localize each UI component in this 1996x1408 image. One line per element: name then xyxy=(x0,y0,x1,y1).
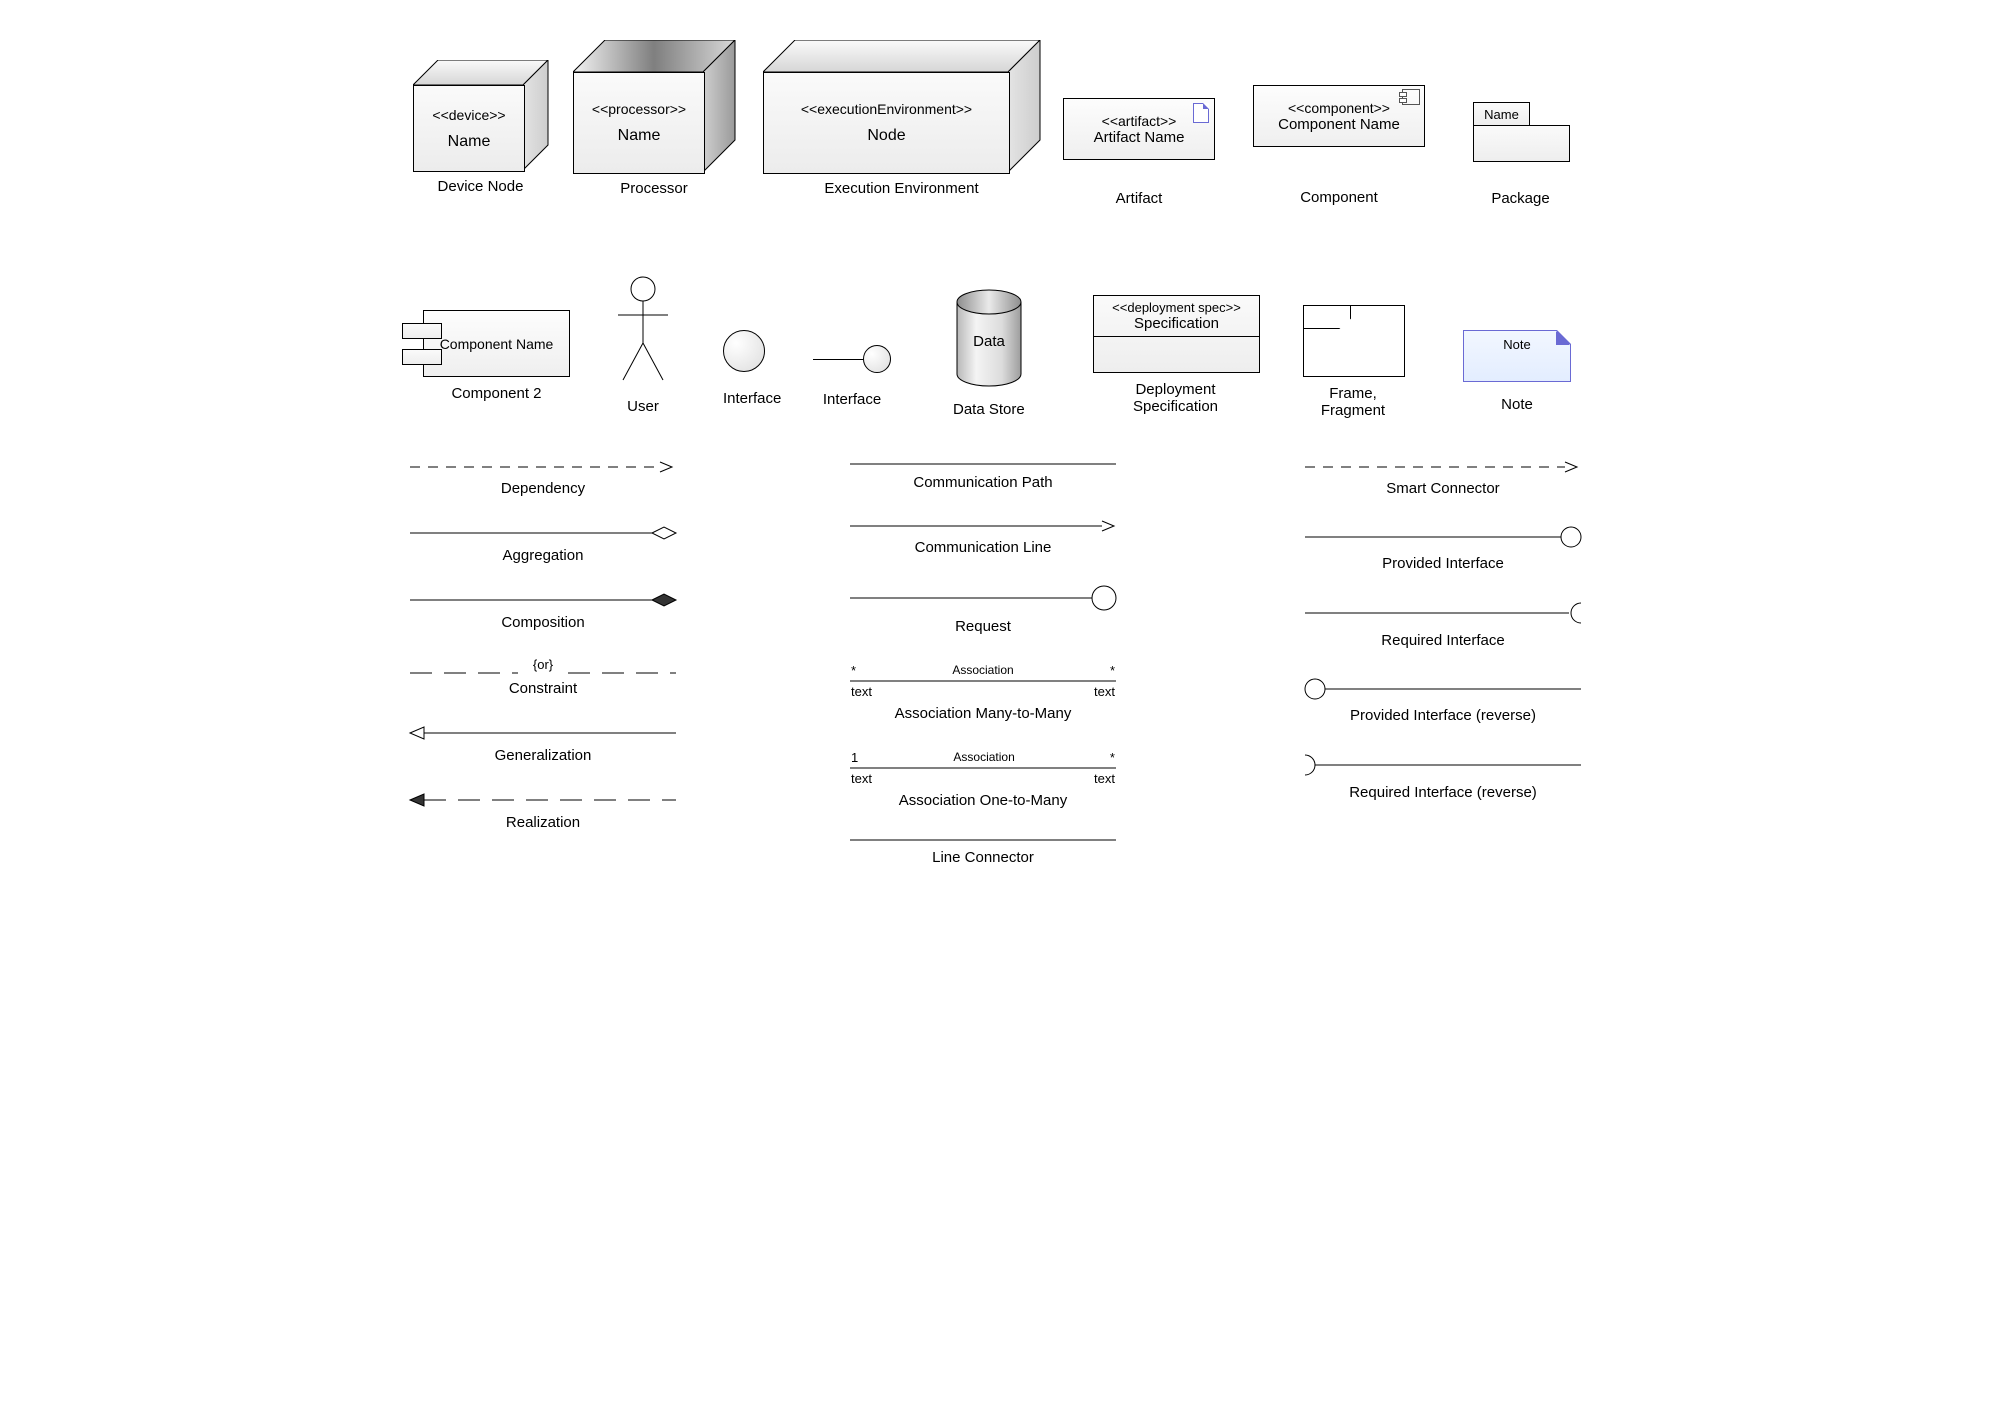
artifact-name: Artifact Name xyxy=(1094,129,1185,146)
exec-env-stereotype: <<executionEnvironment>> xyxy=(801,101,972,117)
note-shape: Note Note xyxy=(1463,330,1571,413)
frame-shape: Frame, Fragment xyxy=(1303,305,1405,419)
deployment-spec-shape: <<deployment spec>> Specification Deploy… xyxy=(1093,295,1260,415)
aggregation-connector: Aggregation xyxy=(403,525,683,564)
circle-icon xyxy=(723,330,765,372)
required-interface-connector: Required Interface xyxy=(1303,600,1583,649)
component2-shape: Component Name Component 2 xyxy=(423,310,570,402)
processor-shape: <<processor>> Name Processor xyxy=(573,40,735,197)
realization-connector: Realization xyxy=(403,792,683,831)
package-shape: Name Package xyxy=(1473,102,1568,207)
device-stereotype: <<device>> xyxy=(432,107,505,123)
note-caption: Note xyxy=(1463,396,1571,413)
datastore-shape: Data Data Store xyxy=(953,288,1025,418)
generalization-connector: Generalization xyxy=(403,725,683,764)
line-connector: Line Connector xyxy=(843,837,1123,866)
datastore-name: Data xyxy=(973,333,1005,350)
component-name: Component Name xyxy=(1278,116,1400,133)
interface-shape: Interface xyxy=(723,330,781,407)
component-stereotype: <<component>> xyxy=(1288,100,1390,116)
user-caption: User xyxy=(613,398,673,415)
device-caption: Device Node xyxy=(413,178,548,195)
component-icon xyxy=(1402,89,1420,105)
user-actor-shape: User xyxy=(613,275,673,415)
artifact-shape: <<artifact>> Artifact Name Artifact xyxy=(1063,98,1215,207)
uml-deployment-stencil-canvas: <<device>> Name Device Node <<processor>… xyxy=(373,30,1623,870)
document-icon xyxy=(1193,103,1209,123)
frame-caption: Frame, Fragment xyxy=(1303,385,1403,419)
processor-name: Name xyxy=(618,127,661,145)
device-node-shape: <<device>> Name Device Node xyxy=(413,60,548,195)
execution-environment-shape: <<executionEnvironment>> Node Execution … xyxy=(763,40,1040,197)
interface2-caption: Interface xyxy=(813,391,891,408)
required-interface-reverse-connector: Required Interface (reverse) xyxy=(1303,752,1583,801)
dspec-stereotype: <<deployment spec>> xyxy=(1096,300,1257,315)
interface-lollipop-shape: Interface xyxy=(813,345,891,408)
communication-line-connector: Communication Line xyxy=(843,519,1123,556)
cylinder-icon: Data xyxy=(954,288,1024,388)
lollipop-icon xyxy=(863,345,891,373)
component2-caption: Component 2 xyxy=(423,385,570,402)
connectors-column-a: Dependency Aggregation Composition {or} … xyxy=(403,460,683,859)
artifact-stereotype: <<artifact>> xyxy=(1102,113,1177,129)
connectors-column-c: Smart Connector Provided Interface Requi… xyxy=(1303,460,1583,829)
datastore-caption: Data Store xyxy=(953,401,1025,418)
artifact-caption: Artifact xyxy=(1063,190,1215,207)
device-name: Name xyxy=(448,133,491,151)
stick-figure-icon xyxy=(613,275,673,385)
dspec-caption: Deployment Specification xyxy=(1093,381,1258,415)
exec-env-name: Node xyxy=(867,127,905,145)
package-name: Name xyxy=(1473,102,1530,126)
note-name: Note xyxy=(1503,337,1530,352)
interface-caption: Interface xyxy=(723,390,781,407)
association-many-to-many-connector: * Association * text text Association Ma… xyxy=(843,663,1123,722)
provided-interface-reverse-connector: Provided Interface (reverse) xyxy=(1303,677,1583,724)
dspec-name: Specification xyxy=(1096,315,1257,332)
dependency-connector: Dependency xyxy=(403,460,683,497)
processor-stereotype: <<processor>> xyxy=(592,101,686,117)
request-connector: Request xyxy=(843,584,1123,635)
communication-path-connector: Communication Path xyxy=(843,460,1123,491)
component-shape: <<component>> Component Name Component xyxy=(1253,85,1425,206)
constraint-connector: {or} Constraint xyxy=(403,659,683,697)
component-caption: Component xyxy=(1253,189,1425,206)
composition-connector: Composition xyxy=(403,592,683,631)
processor-caption: Processor xyxy=(573,180,735,197)
smart-connector: Smart Connector xyxy=(1303,460,1583,497)
package-caption: Package xyxy=(1473,190,1568,207)
provided-interface-connector: Provided Interface xyxy=(1303,525,1583,572)
constraint-or-label: {or} xyxy=(403,657,683,672)
association-one-to-many-connector: 1 Association * text text Association On… xyxy=(843,750,1123,809)
connectors-column-b: Communication Path Communication Line Re… xyxy=(843,460,1123,894)
exec-env-caption: Execution Environment xyxy=(763,180,1040,197)
component2-name: Component Name xyxy=(440,336,554,352)
